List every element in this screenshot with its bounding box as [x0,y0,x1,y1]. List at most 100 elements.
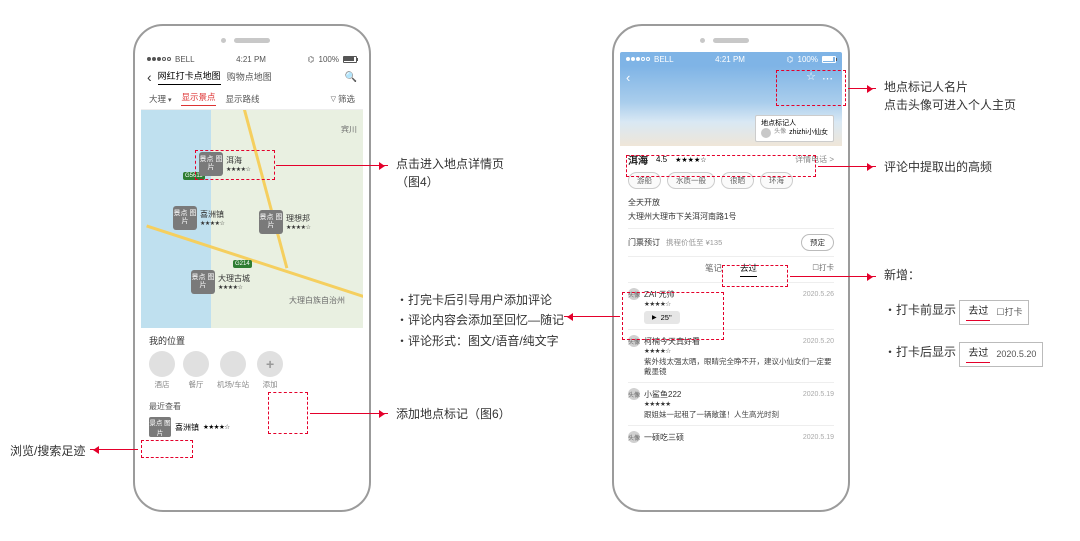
review-date: 2020.5.26 [803,291,834,298]
recent-item[interactable]: 景点 图片 喜洲镇 ★★★★☆ [149,417,355,437]
bottom-panel: 我的位置 酒店 餐厅 机场/车站 + 添加 最近查看 景点 图片 喜洲镇 ★★★★… [141,328,363,443]
map-pin-label: 洱海 [226,155,250,166]
status-bar: BELL 4:21 PM ⌬ 100% [141,52,363,66]
category-add[interactable]: + 添加 [257,351,283,390]
back-icon[interactable]: ‹ [626,70,630,85]
avatar-icon[interactable]: 头像 [628,288,640,300]
category-icon [220,351,246,377]
ticket-sub: 携程价低至 ¥135 [666,237,722,248]
voice-message[interactable]: 25" [644,311,680,324]
arrow-icon [90,449,138,450]
mini-after-box: 去过 2020.5.20 [959,342,1043,367]
search-icon[interactable]: 🔍 [345,72,357,83]
category-restaurant[interactable]: 餐厅 [183,351,209,390]
tab-shopping-map[interactable]: 购物点地图 [227,70,272,85]
keyword-chip[interactable]: 环海 [760,172,793,189]
arrow-icon [564,316,620,317]
book-button[interactable]: 预定 [801,234,834,251]
phone-2-frame: BELL 4:21 PM ⌬ 100% ‹ ☆ ⋯ 地点标记人 头像zhizhi… [612,24,850,512]
ann-new: 新增： [884,266,920,284]
place-name: 洱海 [628,152,648,167]
map-city-label: 大理白族自治州 [289,295,345,306]
status-bar: BELL 4:21 PM ⌬ 100% [620,52,842,66]
plus-icon: + [257,351,283,377]
mini-before-box: 去过 打卡 [959,300,1029,325]
phone-1-screen: BELL 4:21 PM ⌬ 100% ‹ 网红打卡点地图 购物点地图 🔍 大理… [141,52,363,500]
map-pin-lixiangbang[interactable]: 景点 图片 理想邦★★★★☆ [259,210,310,234]
signal-dots-icon [147,57,171,61]
tab-wanghong-map[interactable]: 网红打卡点地图 [158,69,221,85]
ticket-label: 门票预订 [628,237,660,248]
map-pin-erhai[interactable]: 景点 图片 洱海★★★★☆ [199,152,250,176]
map-pin-thumb: 景点 图片 [199,152,223,176]
review-date: 2020.5.19 [803,434,834,441]
recent-thumb: 景点 图片 [149,417,171,437]
tab-notes[interactable]: 笔记 [705,262,722,277]
map-view[interactable]: G5611 G214 宾川 大理白族自治州 景点 图片 洱海★★★★☆ 景点 图… [141,110,363,328]
clock-label: 4:21 PM [715,55,745,64]
map-pin-stars: ★★★★☆ [286,224,310,231]
mini-date: 2020.5.20 [996,348,1036,362]
more-icon[interactable]: ⋯ [822,72,834,85]
keyword-chip[interactable]: 游船 [628,172,661,189]
phone-sensor [700,38,705,43]
review-user: 一硕吃三硕 [644,432,684,443]
category-label: 添加 [263,379,278,390]
hero-image: ‹ ☆ ⋯ 地点标记人 头像zhizhi小仙女 [620,66,842,146]
map-pin-stars: ★★★★☆ [218,284,250,291]
review-user: 小鲨鱼222 [644,389,681,400]
battery-icon [343,56,357,63]
signal-dots-icon [626,57,650,61]
recent-label[interactable]: 最近查看 [149,401,181,414]
review-item[interactable]: 头像 小鲨鱼222 2020.5.19 ★★★★★ 跟姐妹一起租了一辆敞篷！人生… [628,382,834,425]
arrow-icon [276,165,388,166]
filter-button[interactable]: 筛选 [331,93,355,105]
favorite-icon[interactable]: ☆ [806,70,816,83]
map-pin-daligucheng[interactable]: 景点 图片 大理古城★★★★☆ [191,270,250,294]
review-user: 柯楠今天真好看 [644,336,700,347]
map-pin-stars: ★★★★☆ [226,166,250,173]
ann-after-checkin-label: ・打卡后显示 [884,345,956,359]
ann-add-marker: 添加地点标记（图6） [396,405,511,423]
review-date: 2020.5.20 [803,338,834,345]
recent-stars: ★★★★☆ [203,423,230,431]
map-road [234,110,289,268]
ticket-row[interactable]: 门票预订 携程价低至 ¥135 预定 [628,228,834,257]
review-item[interactable]: 头像 柯楠今天真好看 2020.5.20 ★★★★☆ 紫外线太强太晒，眼睛完全睁… [628,329,834,382]
review-user: ZAI 元帅 [644,289,675,300]
category-label: 机场/车站 [217,379,249,390]
battery-label: 100% [798,55,818,64]
map-pin-label: 喜洲镇 [200,209,224,220]
review-item[interactable]: 头像 ZAI 元帅 2020.5.26 ★★★★☆ 25" [628,282,834,329]
category-airport-station[interactable]: 机场/车站 [217,351,249,390]
review-item[interactable]: 头像 一硕吃三硕 2020.5.19 [628,425,834,448]
tab-visited[interactable]: 去过 [740,262,757,277]
avatar-icon[interactable]: 头像 [628,431,640,443]
checkin-toggle[interactable]: 打卡 [812,262,834,273]
filter-show-spots[interactable]: 显示景点 [181,91,215,106]
marker-person-card[interactable]: 地点标记人 头像zhizhi小仙女 [755,115,834,142]
avatar-icon[interactable] [761,128,771,138]
filter-row: 大理 显示景点 显示路线 筛选 [141,88,363,110]
keyword-chip[interactable]: 很晒 [721,172,754,189]
city-dropdown[interactable]: 大理 [149,93,171,105]
detail-phone-link[interactable]: 详情电话 > [795,154,834,165]
ann-marker-card: 地点标记人名片 点击头像可进入个人主页 [884,78,1016,114]
mini-visited: 去过 [966,304,990,321]
category-row: 酒店 餐厅 机场/车站 + 添加 [149,351,355,390]
avatar-icon[interactable]: 头像 [628,388,640,400]
back-icon[interactable]: ‹ [147,69,152,85]
category-hotel[interactable]: 酒店 [149,351,175,390]
avatar-label: 头像 [774,129,786,137]
map-pin-stars: ★★★★☆ [200,220,224,227]
my-location-label: 我的位置 [149,334,355,347]
category-icon [149,351,175,377]
map-pin-xizhou[interactable]: 景点 图片 喜洲镇★★★★☆ [173,206,224,230]
phone-earpiece [713,38,749,43]
filter-show-routes[interactable]: 显示路线 [226,93,260,105]
place-rating: 4.5 [656,155,667,164]
battery-label: 100% [319,55,339,64]
keyword-chip[interactable]: 水质一般 [667,172,715,189]
avatar-icon[interactable]: 头像 [628,335,640,347]
recent-name: 喜洲镇 [175,422,199,433]
